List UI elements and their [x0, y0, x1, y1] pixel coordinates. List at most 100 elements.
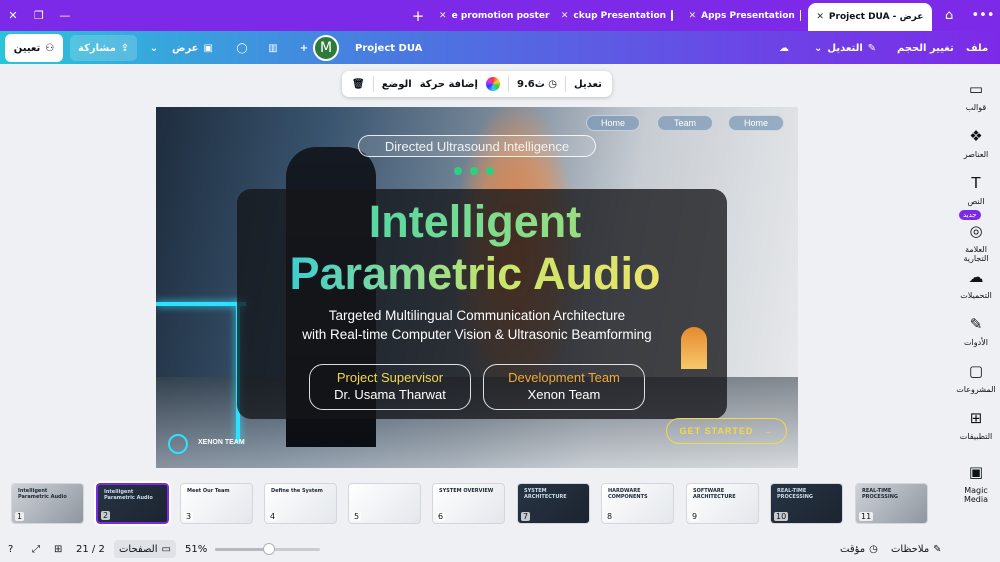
tab-apps-presentation[interactable]: ✕ Apps Presentation	[681, 4, 809, 28]
zoom-level[interactable]: 51%	[185, 542, 207, 556]
close-tab-icon[interactable]: ✕	[816, 12, 824, 22]
assign-button[interactable]: تعيين ⚇	[5, 34, 63, 62]
close-window-icon[interactable]: ✕	[0, 9, 26, 22]
tab-promotion-poster[interactable]: ✕ e promotion poster	[431, 4, 553, 28]
close-tab-icon[interactable]: ✕	[439, 11, 447, 21]
project-logo-image	[681, 327, 707, 369]
close-tab-icon[interactable]: ✕	[561, 11, 569, 21]
sidebar-item-apps[interactable]: ⊞ التطبيقات	[952, 409, 1000, 441]
restore-window-icon[interactable]: ❐	[26, 9, 52, 22]
editor-header: تعيين ⚇ مشاركة ⇪ ⌄ عرض ▣ ◯ ▥ + M Project…	[0, 31, 1000, 64]
elements-icon: ❖	[969, 127, 983, 145]
presentation-favicon-icon	[799, 10, 801, 21]
page-thumbnail[interactable]: SOFTWARE ARCHITECTURE 9	[686, 483, 759, 524]
sidebar-item-projects[interactable]: ▢ المشروعات	[952, 362, 1000, 394]
projects-icon: ▢	[968, 362, 984, 380]
notes-button[interactable]: ملاحظات ✎	[891, 542, 942, 556]
slide-canvas[interactable]: Home Team Home Directed Ultrasound Intel…	[156, 107, 798, 468]
page-thumbnail[interactable]: Define the System 4	[264, 483, 337, 524]
slide-description: Targeted Multilingual Communication Arch…	[302, 308, 652, 342]
zoom-slider[interactable]	[215, 543, 320, 555]
right-sidebar: ▭ قوالب ❖ العناصر T النص جديد ◎ العلامة …	[952, 64, 1000, 504]
templates-icon: ▭	[968, 80, 984, 98]
pages-button[interactable]: الصفحات ▭	[114, 540, 176, 558]
sidebar-item-text[interactable]: T النص	[952, 174, 1000, 206]
bottom-status-bar: ? ⤢ ⊞ 21 / 2 الصفحات ▭ 51% مؤقت ◷ ملاحظا…	[0, 535, 1000, 562]
sidebar-item-magic-media[interactable]: ▣ Magic Media	[952, 463, 1000, 504]
slide-nav-team: Team	[657, 115, 713, 131]
text-icon: T	[971, 174, 981, 192]
present-options-chevron-icon[interactable]: ⌄	[141, 35, 167, 61]
grid-view-icon[interactable]: ⊞	[54, 542, 62, 556]
page-thumbnail[interactable]: Intelligent Parametric Audio 1	[11, 483, 84, 524]
project-name[interactable]: Project DUA	[355, 35, 422, 61]
uploads-icon: ☁	[968, 268, 984, 286]
chevron-down-icon: ⌄	[814, 42, 823, 54]
tab-project-dua[interactable]: ✕ Project DUA - عرض	[808, 3, 933, 31]
page-counter: 21 / 2	[76, 543, 105, 555]
position-button[interactable]: الوضع	[382, 79, 412, 90]
xenon-logo-icon	[168, 434, 188, 454]
page-thumbnail[interactable]: SYSTEM OVERVIEW 6	[432, 483, 505, 524]
timer-button[interactable]: مؤقت ◷	[840, 542, 878, 556]
sidebar-item-uploads[interactable]: ☁ التحميلات	[952, 268, 1000, 300]
sidebar-item-templates[interactable]: ▭ قوالب	[952, 80, 1000, 112]
tools-icon: ✎	[969, 315, 983, 333]
share-icon: ⇪	[120, 42, 130, 54]
close-tab-icon[interactable]: ✕	[689, 11, 697, 21]
pages-icon: ▭	[161, 543, 171, 555]
page-thumbnail[interactable]: REAL-TIME PROCESSING 11	[855, 483, 928, 524]
brand-icon: ◎	[969, 222, 983, 240]
zoom-slider-handle[interactable]	[263, 543, 275, 555]
team-card: Development Team Xenon Team	[483, 364, 645, 410]
new-badge: جديد	[959, 210, 981, 220]
neon-line	[156, 302, 246, 306]
comment-icon[interactable]: ◯	[229, 35, 255, 61]
fullscreen-icon[interactable]: ⤢	[32, 542, 40, 556]
avatar[interactable]: M	[313, 35, 339, 61]
sidebar-item-tools[interactable]: ✎ الأدوات	[952, 315, 1000, 347]
page-thumbnail[interactable]: 5	[348, 483, 421, 524]
assign-icon: ⚇	[45, 42, 55, 54]
minimize-window-icon[interactable]: —	[52, 9, 78, 22]
tab-mockup-presentation[interactable]: ✕ ckup Presentation	[553, 4, 681, 28]
file-menu[interactable]: ملف	[966, 35, 988, 61]
trash-icon[interactable]: 🗑	[352, 79, 365, 90]
slide-nav-home: Home	[586, 115, 640, 131]
page-thumbnail-current[interactable]: Intelligent Parametric Audio 2	[94, 481, 171, 526]
arrow-right-icon: →	[763, 426, 774, 436]
page-thumbnails: Intelligent Parametric Audio 1 Intellige…	[0, 480, 952, 528]
magic-media-icon: ▣	[968, 463, 984, 481]
help-icon[interactable]: ?	[8, 542, 13, 556]
page-thumbnail[interactable]: Meet Our Team 3	[180, 483, 253, 524]
slide-title-line1: Intelligent	[237, 197, 713, 247]
pagination-dots	[454, 167, 494, 175]
more-icon[interactable]: •••	[966, 8, 1000, 23]
home-icon[interactable]: ⌂	[932, 8, 966, 23]
resize-button[interactable]: تغيير الحجم	[897, 35, 954, 61]
cloud-save-icon[interactable]: ☁	[771, 35, 797, 61]
insights-chart-icon[interactable]: ▥	[260, 35, 286, 61]
page-thumbnail[interactable]: REAL-TIME PROCESSING 10	[770, 483, 843, 524]
edit-mode-button[interactable]: ⌄ التعديل ✎	[814, 35, 876, 61]
zoom-slider-fill	[215, 548, 269, 551]
new-tab-icon[interactable]: +	[405, 7, 431, 25]
share-button[interactable]: مشاركة ⇪	[70, 35, 138, 61]
duration-button[interactable]: 9.6ث ◷	[517, 79, 557, 90]
present-button[interactable]: عرض ▣	[172, 35, 213, 61]
timer-icon: ◷	[869, 543, 878, 555]
color-wheel-icon[interactable]	[485, 77, 500, 91]
notes-icon: ✎	[933, 543, 942, 555]
divider	[507, 76, 509, 92]
present-icon: ▣	[203, 42, 213, 54]
sidebar-item-brand[interactable]: ◎ العلامة التجارية	[952, 222, 1000, 263]
page-thumbnail[interactable]: HARDWARE COMPONENTS 8	[601, 483, 674, 524]
add-animation-button[interactable]: إضافة حركة	[420, 79, 478, 90]
edit-button[interactable]: تعديل	[574, 79, 602, 90]
floating-toolbar: 🗑 الوضع إضافة حركة 9.6ث ◷ تعديل	[342, 71, 612, 97]
browser-tab-bar: ✕ ❐ — + ✕ e promotion poster ✕ ckup Pres…	[0, 0, 1000, 31]
sidebar-item-elements[interactable]: ❖ العناصر	[952, 127, 1000, 159]
divider	[565, 76, 567, 92]
slide-nav-home: Home	[728, 115, 784, 131]
page-thumbnail[interactable]: SYSTEM ARCHITECTURE 7	[517, 483, 590, 524]
